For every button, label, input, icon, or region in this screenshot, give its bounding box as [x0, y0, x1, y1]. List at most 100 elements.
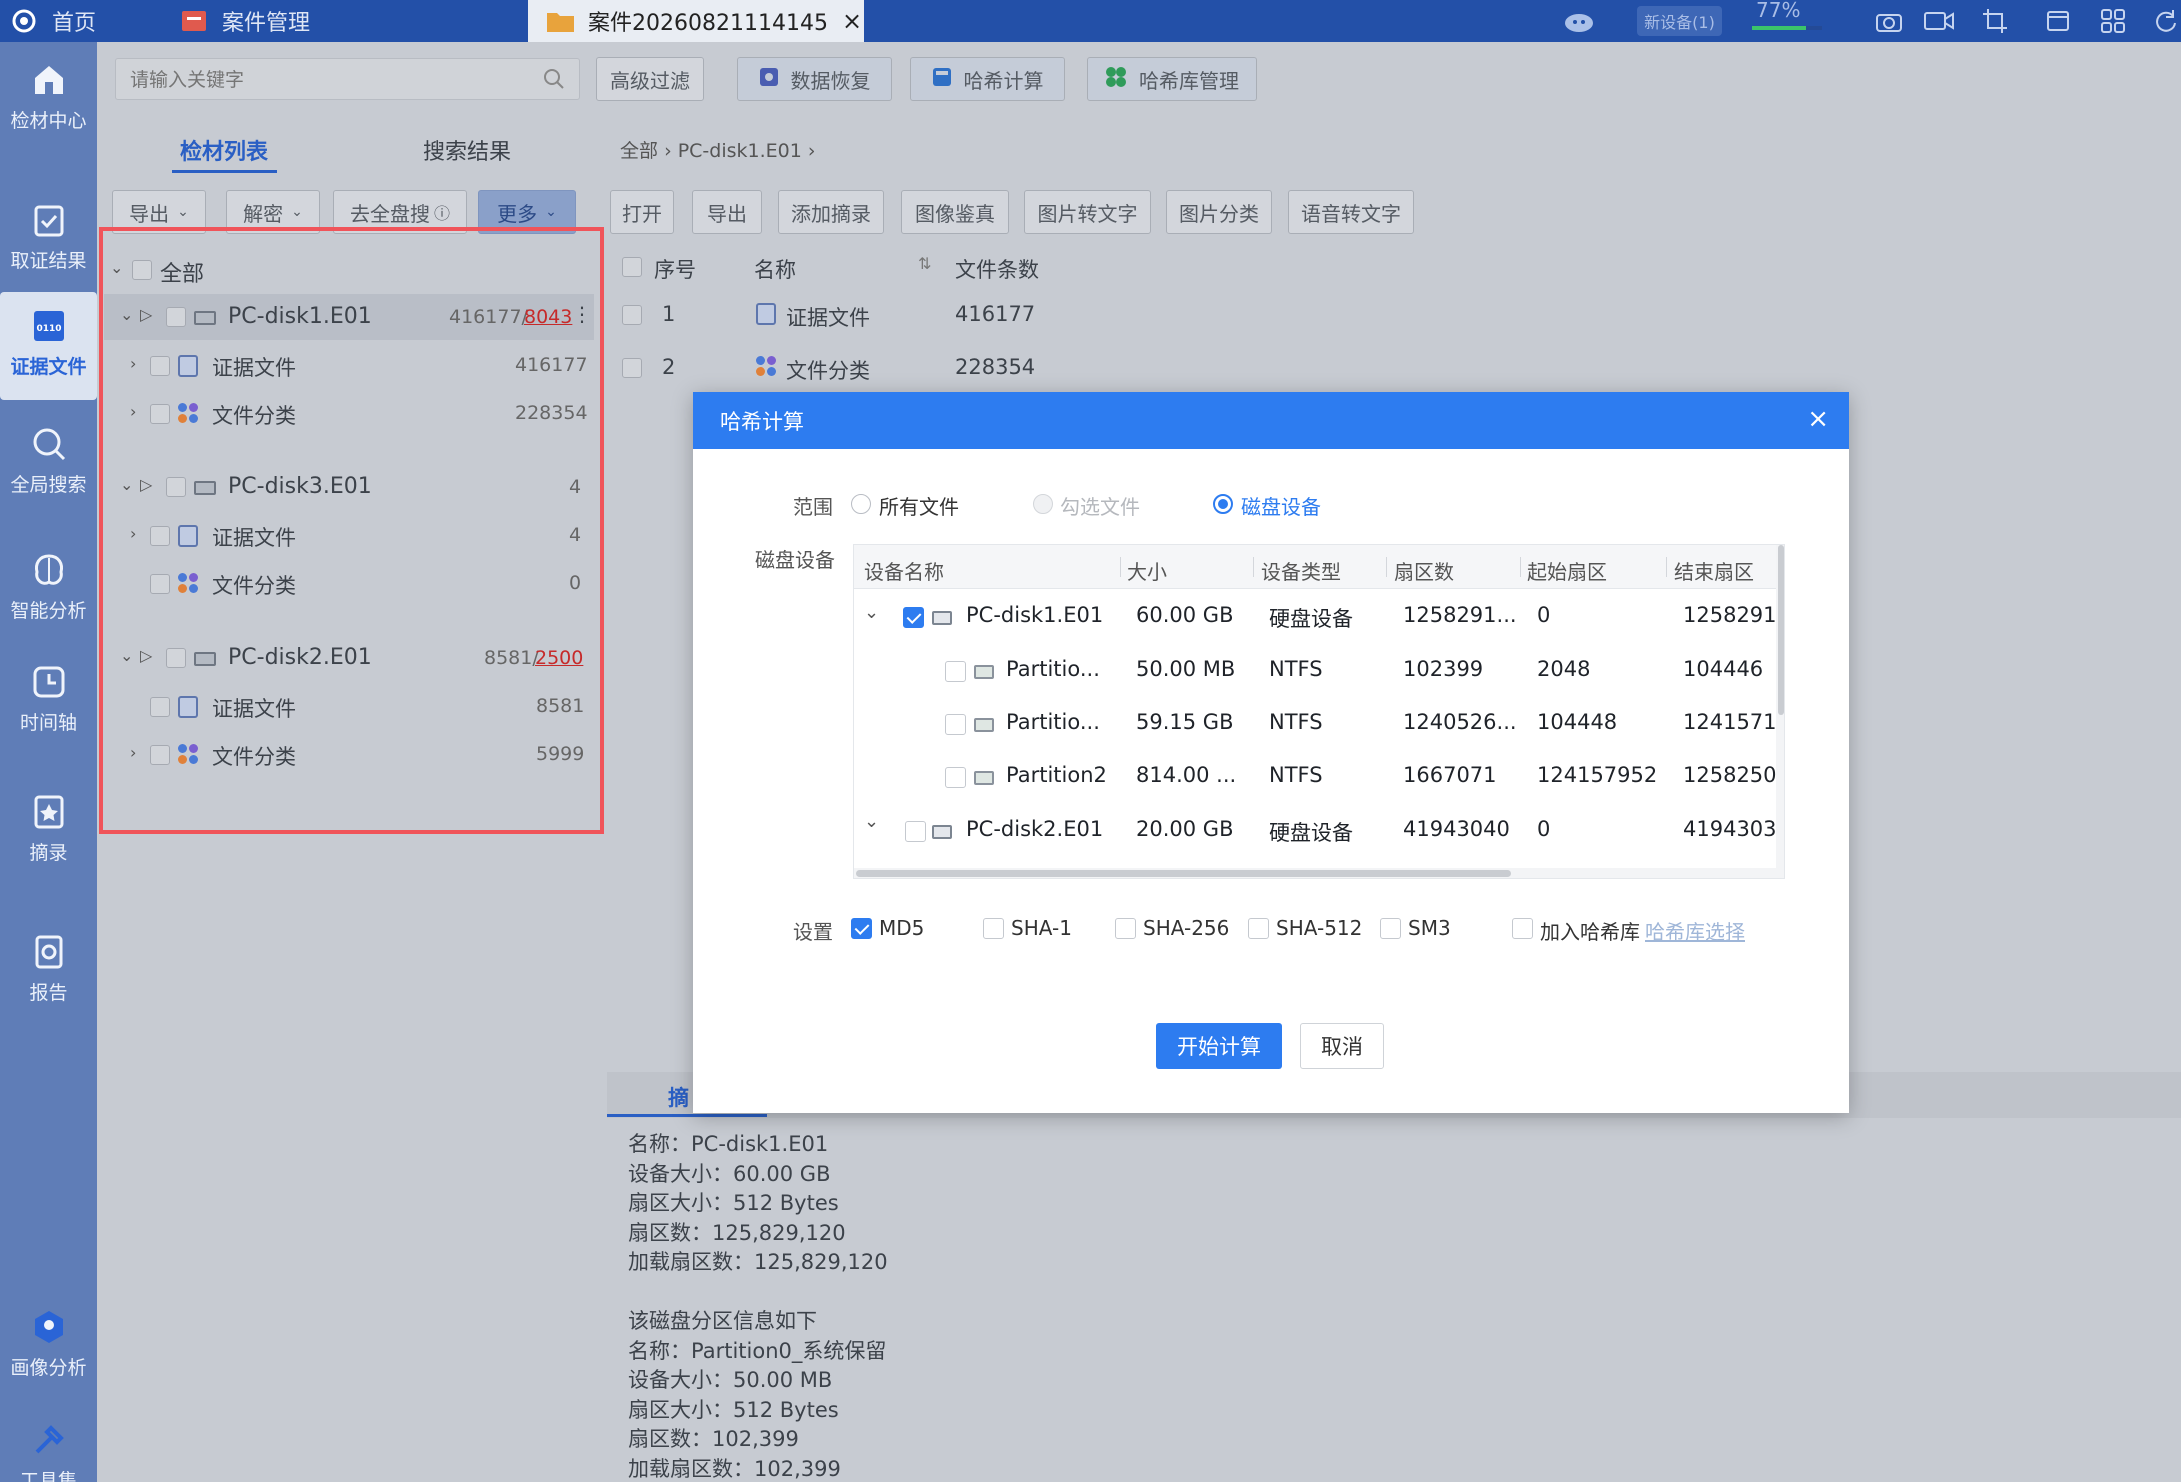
nav-report[interactable]: 报告	[0, 932, 97, 1032]
sha1-checkbox[interactable]	[983, 918, 1004, 939]
add-excerpt-button[interactable]: 添加摘录	[778, 190, 884, 234]
camera-icon[interactable]	[1873, 5, 1905, 37]
tab-close-icon[interactable]: ×	[842, 7, 862, 35]
tab-search-results[interactable]: 搜索结果	[423, 134, 511, 166]
breadcrumb-all[interactable]: 全部	[620, 140, 658, 162]
row-checkbox[interactable]	[945, 661, 966, 682]
header-select-all-checkbox[interactable]	[622, 257, 642, 277]
chevron-down-icon[interactable]: ⌄	[864, 602, 879, 623]
v-scroll-thumb[interactable]	[1778, 545, 1784, 715]
export-button[interactable]: 导出	[692, 190, 762, 234]
row-checkbox[interactable]	[622, 358, 642, 378]
nav-excerpt[interactable]: 摘录	[0, 792, 97, 892]
row-count: 416177	[955, 302, 1036, 326]
speech-to-text-button[interactable]: 语音转文字	[1288, 190, 1414, 234]
nav-toolset[interactable]: 工具集	[0, 1420, 97, 1482]
scope-all-radio[interactable]	[851, 494, 871, 514]
advanced-filter-button[interactable]: 高级过滤	[596, 57, 704, 101]
row-checkbox[interactable]	[622, 305, 642, 325]
sha512-label[interactable]: SHA-512	[1276, 916, 1362, 940]
scope-disk-label[interactable]: 磁盘设备	[1241, 491, 1321, 520]
crop-icon[interactable]	[1979, 5, 2011, 37]
chevron-down-icon[interactable]: ⌄	[864, 811, 879, 832]
row-name[interactable]: 文件分类	[786, 355, 870, 385]
refresh-icon[interactable]	[2150, 5, 2181, 37]
detail-tab[interactable]: 摘	[668, 1082, 689, 1112]
h-scroll-thumb[interactable]	[856, 870, 1511, 877]
device-name[interactable]: Partitio...	[1006, 657, 1100, 681]
new-device-badge[interactable]: 新设备(1)	[1637, 6, 1722, 36]
grid-apps-icon[interactable]	[2097, 5, 2129, 37]
window-icon[interactable]	[2042, 5, 2074, 37]
device-name[interactable]: Partitio...	[1006, 710, 1100, 734]
hash-calc-button[interactable]: 哈希计算	[910, 57, 1065, 101]
column-divider	[1253, 557, 1254, 577]
col-header-name[interactable]: 名称	[754, 254, 796, 284]
add-hashlib-checkbox[interactable]	[1512, 918, 1533, 939]
nav-global-search[interactable]: 全局搜索	[0, 424, 97, 524]
nav-evidence-center[interactable]: 检材中心	[0, 60, 97, 160]
sm3-checkbox[interactable]	[1380, 918, 1401, 939]
cloud-status-icon[interactable]	[1563, 5, 1595, 37]
device-name[interactable]: Partition2	[1006, 763, 1107, 787]
row-checkbox[interactable]	[945, 714, 966, 735]
close-icon[interactable]: ×	[1807, 404, 1829, 434]
video-record-icon[interactable]	[1923, 5, 1955, 37]
tab-home[interactable]: 首页	[10, 0, 96, 42]
nav-evidence-files[interactable]: 0110 证据文件	[0, 292, 97, 400]
data-recovery-label: 数据恢复	[790, 68, 871, 93]
hash-lib-button[interactable]: 哈希库管理	[1087, 57, 1257, 101]
open-button[interactable]: 打开	[610, 190, 674, 234]
detail-line: 名称：PC-disk1.E01	[628, 1132, 829, 1156]
device-name[interactable]: PC-disk1.E01	[966, 603, 1103, 627]
column-divider	[1120, 557, 1121, 577]
image-classify-button[interactable]: 图片分类	[1166, 190, 1272, 234]
image-verify-button[interactable]: 图像鉴真	[901, 190, 1009, 234]
tab-active-case[interactable]: 案件20260821114145 ×	[528, 0, 864, 42]
detail-line: 设备大小：60.00 GB	[628, 1161, 831, 1186]
search-box[interactable]	[115, 58, 580, 100]
search-input[interactable]	[130, 67, 530, 93]
tab-case-label: 案件管理	[222, 11, 311, 36]
start-calc-button[interactable]: 开始计算	[1156, 1023, 1282, 1069]
nav-portrait-analysis[interactable]: 画像分析	[0, 1307, 97, 1407]
sha1-label[interactable]: SHA-1	[1011, 916, 1072, 940]
cancel-button[interactable]: 取消	[1300, 1023, 1384, 1069]
th-sectors: 扇区数	[1394, 560, 1454, 584]
tab-evidence-list[interactable]: 检材列表	[180, 134, 268, 166]
scope-checked-label: 勾选文件	[1060, 495, 1140, 519]
h-scrollbar[interactable]	[854, 868, 1784, 878]
breadcrumb-disk[interactable]: PC-disk1.E01	[678, 140, 802, 162]
nav-smart-analysis[interactable]: 智能分析	[0, 550, 97, 650]
scope-disk-radio[interactable]	[1213, 494, 1233, 514]
table-header: 设备名称 大小 设备类型 扇区数 起始扇区 结束扇区	[854, 545, 1784, 589]
detail-line: 扇区大小：512 Bytes	[628, 1191, 839, 1215]
data-recovery-button[interactable]: 数据恢复	[737, 57, 892, 101]
sha512-checkbox[interactable]	[1248, 918, 1269, 939]
md5-label[interactable]: MD5	[879, 916, 924, 940]
device-name[interactable]: PC-disk2.E01	[966, 817, 1103, 841]
sm3-label[interactable]: SM3	[1408, 916, 1451, 940]
search-icon[interactable]	[542, 67, 564, 95]
scope-all-label[interactable]: 所有文件	[879, 491, 959, 520]
sha256-label[interactable]: SHA-256	[1143, 916, 1229, 940]
row-checkbox[interactable]	[905, 821, 926, 842]
md5-checkbox[interactable]	[851, 918, 872, 939]
tab-case-management[interactable]: 案件管理	[180, 0, 310, 42]
nav-forensic-results[interactable]: 取证结果	[0, 200, 97, 300]
sort-icon[interactable]: ⇅	[918, 254, 931, 273]
clover-icon	[1105, 66, 1127, 93]
nav-timeline[interactable]: 时间轴	[0, 662, 97, 762]
add-hashlib-label[interactable]: 加入哈希库	[1540, 916, 1640, 945]
image-to-text-button[interactable]: 图片转文字	[1024, 190, 1151, 234]
row-name[interactable]: 证据文件	[786, 302, 870, 332]
row-checkbox[interactable]	[903, 607, 924, 628]
sha256-checkbox[interactable]	[1115, 918, 1136, 939]
hashlib-select-link[interactable]: 哈希库选择	[1645, 916, 1745, 945]
v-scrollbar[interactable]	[1776, 545, 1784, 868]
row-checkbox[interactable]	[945, 767, 966, 788]
device-sectors: 1667071	[1403, 763, 1497, 787]
detail-line: 扇区数：125,829,120	[628, 1220, 846, 1245]
tab-home-label: 首页	[52, 11, 97, 36]
detail-line: 加载扇区数：125,829,120	[628, 1250, 888, 1274]
